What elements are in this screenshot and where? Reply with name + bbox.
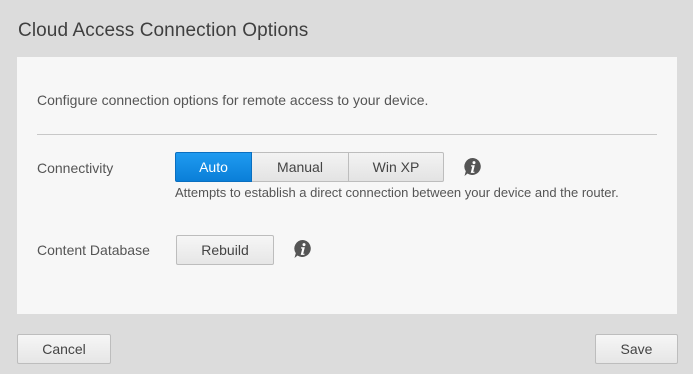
options-panel: Configure connection options for remote … bbox=[17, 57, 677, 314]
cancel-button[interactable]: Cancel bbox=[17, 334, 111, 364]
connectivity-label: Connectivity bbox=[37, 160, 114, 176]
content-database-label: Content Database bbox=[37, 242, 150, 258]
connectivity-option-winxp[interactable]: Win XP bbox=[349, 152, 444, 182]
panel-description: Configure connection options for remote … bbox=[37, 92, 429, 108]
content-database-info-icon[interactable] bbox=[293, 239, 313, 259]
save-button[interactable]: Save bbox=[595, 334, 678, 364]
connectivity-segmented-control: Auto Manual Win XP bbox=[175, 152, 444, 182]
dialog-title: Cloud Access Connection Options bbox=[18, 20, 309, 41]
rebuild-button[interactable]: Rebuild bbox=[176, 235, 274, 265]
connectivity-option-manual[interactable]: Manual bbox=[252, 152, 349, 182]
connectivity-option-auto[interactable]: Auto bbox=[175, 152, 252, 182]
connectivity-hint: Attempts to establish a direct connectio… bbox=[175, 185, 619, 200]
divider bbox=[37, 134, 657, 135]
connectivity-info-icon[interactable] bbox=[463, 157, 483, 177]
